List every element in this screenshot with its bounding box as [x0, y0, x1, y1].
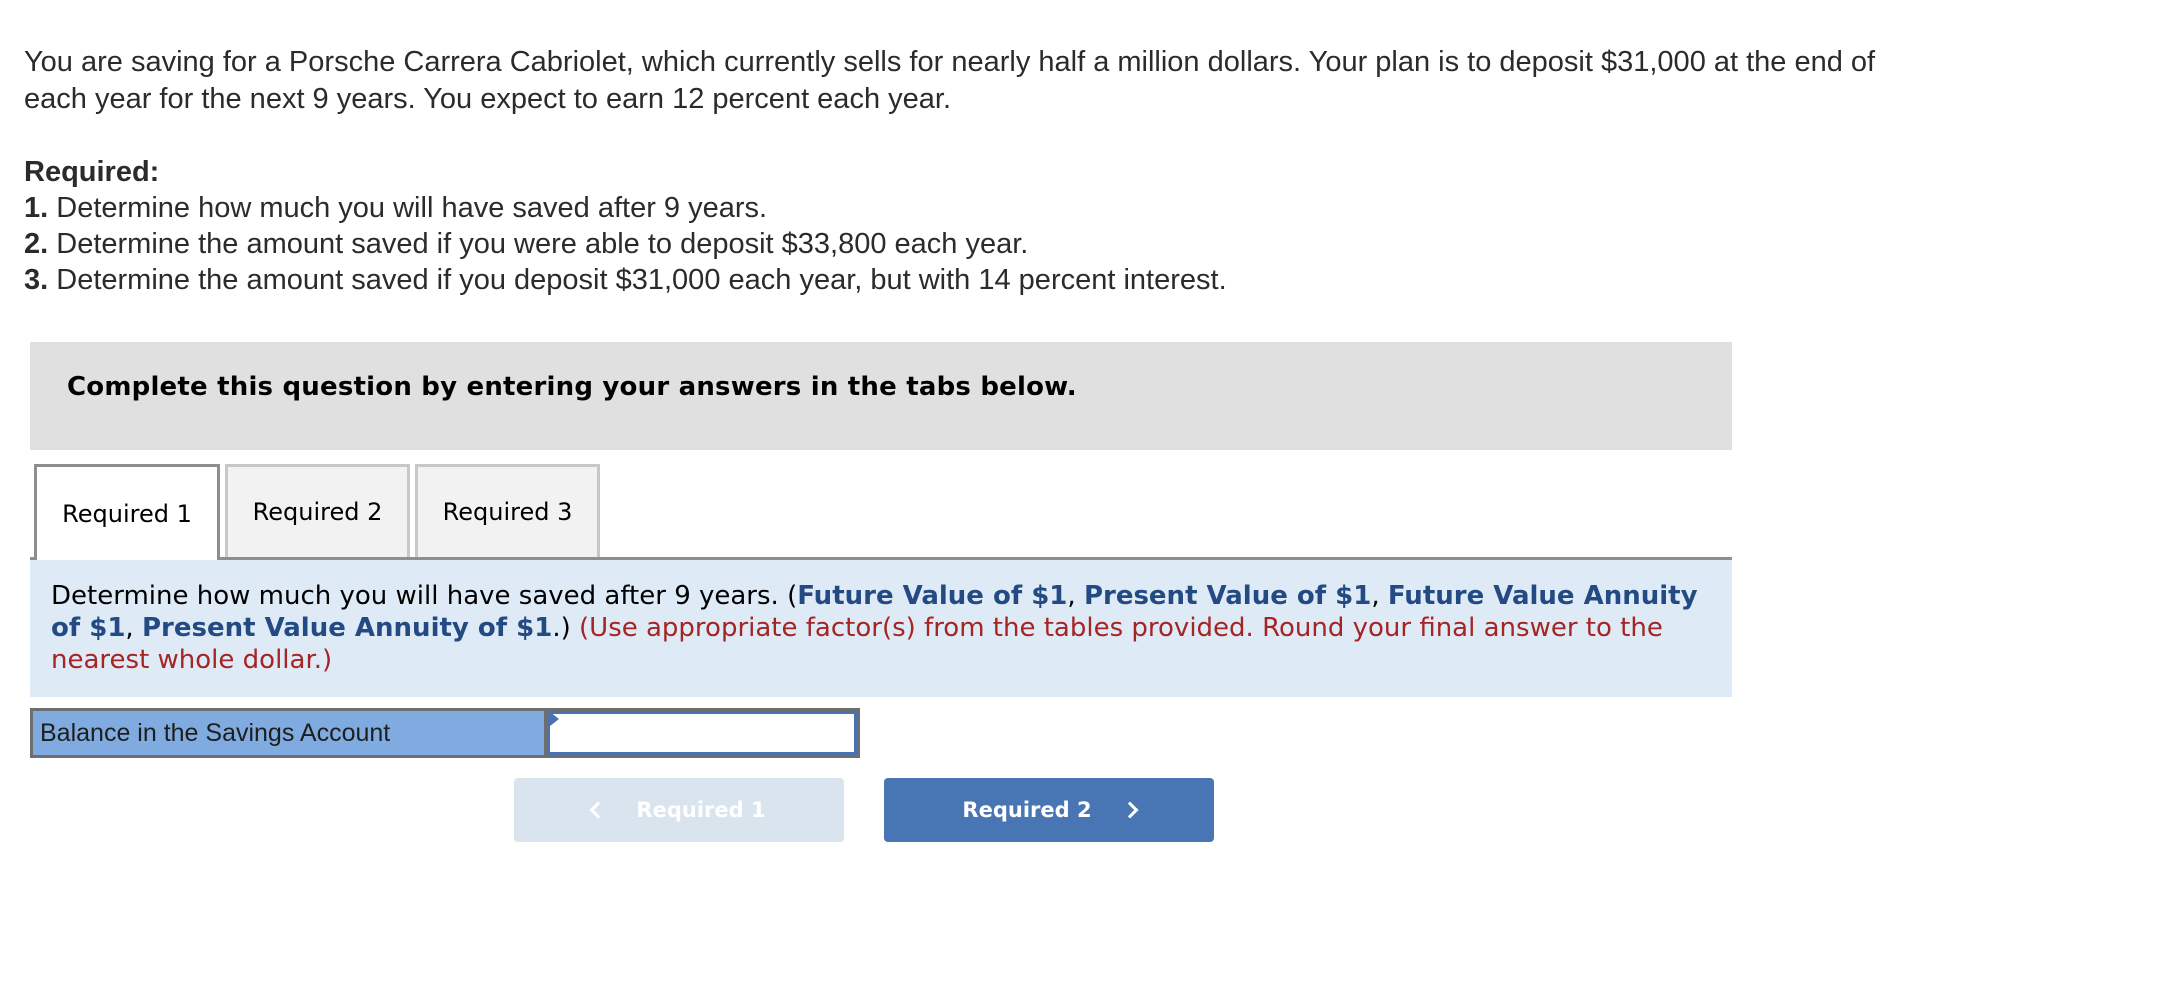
- problem-statement: You are saving for a Porsche Carrera Cab…: [24, 44, 1924, 117]
- required-item-text: Determine how much you will have saved a…: [48, 192, 768, 224]
- required-item-text: Determine the amount saved if you were a…: [48, 228, 1029, 260]
- separator: ,: [1371, 581, 1388, 611]
- balance-label: Balance in the Savings Account: [33, 711, 547, 755]
- instruction-text: Determine how much you will have saved a…: [51, 581, 798, 611]
- chevron-right-icon: [1121, 801, 1139, 819]
- link-present-value-of-1[interactable]: Present Value of $1: [1084, 581, 1371, 611]
- question-panel: Determine how much you will have saved a…: [30, 560, 1732, 697]
- balance-input-cell: [547, 711, 857, 755]
- required-item-3: 3. Determine the amount saved if you dep…: [24, 262, 1227, 298]
- input-marker-icon: [550, 712, 559, 726]
- tab-required-3[interactable]: Required 3: [415, 464, 600, 557]
- prev-required-button[interactable]: Required 1: [514, 778, 844, 842]
- link-future-value-of-1[interactable]: Future Value of $1: [797, 581, 1067, 611]
- required-item-1: 1. Determine how much you will have save…: [24, 190, 1227, 226]
- banner-text: Complete this question by entering your …: [67, 372, 1077, 402]
- next-required-button[interactable]: Required 2: [884, 778, 1214, 842]
- tab-required-1[interactable]: Required 1: [34, 464, 220, 560]
- next-button-label: Required 2: [962, 798, 1092, 822]
- required-item-text: Determine the amount saved if you deposi…: [48, 264, 1227, 296]
- required-item-number: 1.: [24, 192, 49, 224]
- required-item-number: 2.: [24, 228, 49, 260]
- required-list: Required: 1. Determine how much you will…: [24, 154, 1227, 298]
- required-item-number: 3.: [24, 264, 49, 296]
- required-item-2: 2. Determine the amount saved if you wer…: [24, 226, 1227, 262]
- balance-input[interactable]: [547, 711, 857, 755]
- tab-required-2[interactable]: Required 2: [225, 464, 410, 557]
- separator: ,: [125, 613, 142, 643]
- chevron-left-icon: [589, 801, 607, 819]
- problem-text: You are saving for a Porsche Carrera Cab…: [24, 46, 1876, 115]
- panel-instruction: Determine how much you will have saved a…: [51, 580, 1711, 676]
- prev-button-label: Required 1: [636, 798, 766, 822]
- separator: ,: [1067, 581, 1084, 611]
- instructions-banner: Complete this question by entering your …: [30, 342, 1732, 450]
- tab-bar: Required 1 Required 2 Required 3: [30, 464, 1732, 560]
- link-present-value-annuity-of-1[interactable]: Present Value Annuity of $1: [142, 613, 552, 643]
- answer-row: Balance in the Savings Account: [30, 708, 860, 758]
- close-paren: .): [552, 613, 580, 643]
- required-heading: Required:: [24, 156, 160, 188]
